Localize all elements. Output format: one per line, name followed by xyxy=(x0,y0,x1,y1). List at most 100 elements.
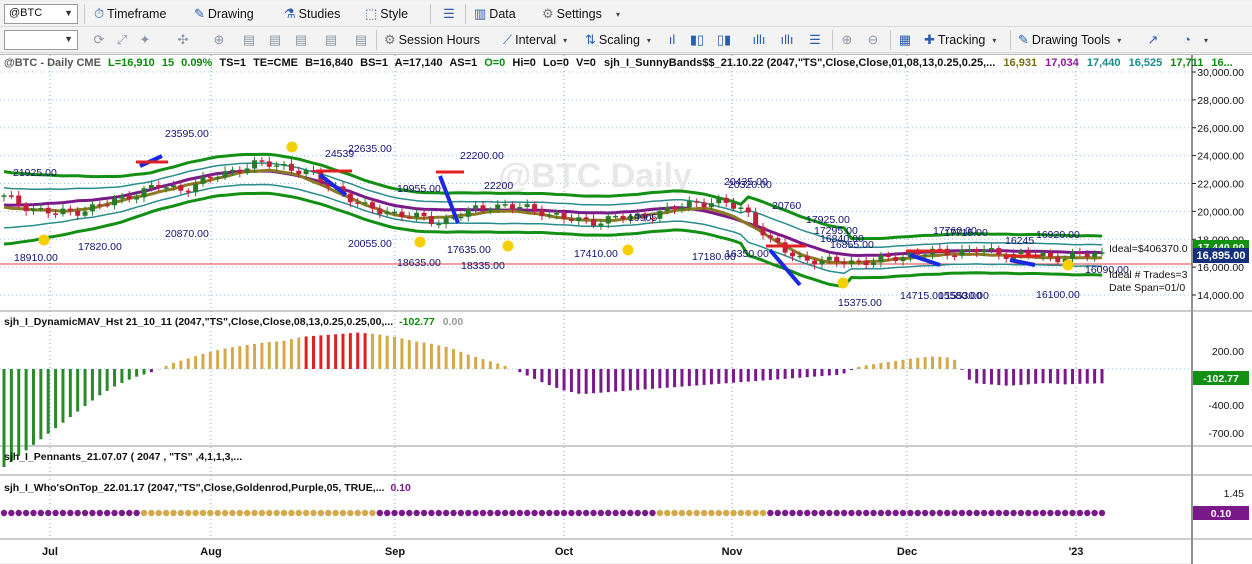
candle-body xyxy=(222,171,228,178)
candle-body xyxy=(303,170,309,175)
whos-on-top-dot xyxy=(516,509,524,517)
whos-on-top-dot xyxy=(266,509,273,517)
style-button[interactable]: ⬚ Style xyxy=(365,3,408,25)
volume-icon-2[interactable]: ıllı xyxy=(778,31,796,49)
zoom-in-icon-2[interactable]: ⊕ xyxy=(838,31,856,49)
whos-on-top-dot xyxy=(966,509,973,517)
candle-body xyxy=(708,203,714,208)
image-icon-4[interactable]: ▤ xyxy=(322,31,340,49)
chevron-down-icon[interactable]: ▼ xyxy=(64,34,73,44)
price-axis-label: 14,000.00 xyxy=(1197,290,1244,302)
pan-icon[interactable]: ✣ xyxy=(174,31,192,49)
whos-on-top-dot xyxy=(1025,509,1032,517)
candle-body xyxy=(178,185,184,191)
settings-button[interactable]: ⚙ Settings xyxy=(542,3,602,25)
candle-body xyxy=(1077,252,1083,255)
whos-on-top-dot xyxy=(59,509,67,517)
whos-on-top-dots xyxy=(0,509,1106,517)
candle-body xyxy=(694,201,700,203)
whos-on-top-dot xyxy=(531,509,538,517)
layout-icon[interactable]: ☰ xyxy=(440,5,458,23)
candle-body xyxy=(97,204,103,206)
candle-body xyxy=(657,211,663,219)
volume-icon[interactable]: ıllı xyxy=(750,31,768,49)
whos-on-top-dot xyxy=(442,509,450,517)
secondary-toolbar: ▼ ⟳ ⤢ ✦ ✣ ⊕ ▤ ▤ ▤ ▤ ▤ ⚙ Session Hours ⟋ … xyxy=(0,27,1252,53)
speedometer-icon[interactable]: ◔ xyxy=(1178,31,1196,49)
whos-on-top-dot xyxy=(715,509,723,517)
overflow-button-2[interactable]: ▾ xyxy=(1200,29,1208,51)
whos-on-top-dot xyxy=(568,509,575,517)
whos-on-top-dot xyxy=(295,509,302,517)
chevron-down-icon[interactable]: ▼ xyxy=(64,8,73,18)
candle-body xyxy=(775,237,781,243)
symbol-combobox[interactable]: @BTC ▼ xyxy=(4,4,78,24)
candle-body xyxy=(605,216,611,224)
interval-combobox[interactable]: ▼ xyxy=(4,30,78,50)
whos-on-top-dot xyxy=(678,509,686,517)
candle-body xyxy=(878,255,884,263)
whos-on-top-dot xyxy=(155,509,162,517)
interval-button[interactable]: ⟋ Interval ▾ xyxy=(503,29,567,51)
whos-on-top-dot xyxy=(383,509,391,517)
zoom-icon[interactable]: ⤢ xyxy=(113,31,131,49)
candle-body xyxy=(701,202,707,208)
whos-on-top-dot xyxy=(0,509,8,517)
candlestick-icon[interactable]: ▮▯ xyxy=(688,31,706,49)
chart-canvas[interactable]: @BTC Daily Pennants 23595.0021925.002263… xyxy=(0,55,1252,564)
signal-dot xyxy=(622,244,634,256)
split-icon[interactable]: ☰ xyxy=(806,31,824,49)
candle-body xyxy=(384,211,390,215)
zoom-out-icon[interactable]: ⊖ xyxy=(864,31,882,49)
candle-body xyxy=(185,190,191,193)
candle-body xyxy=(38,207,44,210)
data-button[interactable]: ▥ Data xyxy=(474,3,516,25)
timeframe-button[interactable]: ⏱ Timeframe xyxy=(94,3,166,25)
scaling-button[interactable]: ⇅ Scaling ▾ xyxy=(585,29,651,51)
candle-body xyxy=(745,207,751,213)
candle-body xyxy=(281,163,287,166)
whos-on-top-dot xyxy=(118,509,126,517)
date-axis-label: Aug xyxy=(200,546,221,558)
whos-on-top-dot xyxy=(936,509,944,517)
trendline-icon[interactable]: ↗ xyxy=(1144,31,1162,49)
image-icon[interactable]: ▤ xyxy=(240,31,258,49)
candle-body xyxy=(856,260,862,262)
whos-on-top-dot xyxy=(1003,509,1010,517)
whos-on-top-dot xyxy=(597,509,605,517)
whos-on-top-dot xyxy=(560,509,568,517)
price-annotation: 18910.00 xyxy=(14,252,58,264)
candle-body xyxy=(598,223,604,226)
whos-on-top-dot xyxy=(170,509,177,517)
signal-dot xyxy=(286,141,298,153)
candle-body xyxy=(532,204,538,210)
candle-body xyxy=(112,198,118,206)
whos-on-top-dot xyxy=(258,509,266,517)
cursor-icon[interactable]: ✦ xyxy=(136,31,154,49)
overflow-button[interactable]: ▾ xyxy=(612,3,620,25)
studies-button[interactable]: ⚗ Studies xyxy=(284,3,340,25)
image-icon-3[interactable]: ▤ xyxy=(292,31,310,49)
signal-dot xyxy=(38,234,50,246)
chart-area[interactable]: @BTC Daily Pennants 23595.00 21925.00 2263… xyxy=(0,54,1252,564)
tracking-button[interactable]: ✚ Tracking ▾ xyxy=(924,29,996,51)
zoom-in-icon[interactable]: ⊕ xyxy=(210,31,228,49)
grid-icon[interactable]: ▦ xyxy=(896,31,914,49)
refresh-icon[interactable]: ⟳ xyxy=(90,31,108,49)
whos-on-top-dot xyxy=(781,509,789,517)
bar-chart-icon[interactable]: ıl xyxy=(663,31,681,49)
image-icon-5[interactable]: ▤ xyxy=(352,31,370,49)
whos-on-top-dot xyxy=(236,509,244,517)
candle-body xyxy=(1070,252,1076,259)
image-icon-2[interactable]: ▤ xyxy=(266,31,284,49)
session-hours-button[interactable]: ⚙ Session Hours xyxy=(384,29,480,51)
candle-body xyxy=(686,201,692,208)
candle-icon[interactable]: ▯▮ xyxy=(715,31,733,49)
drawing-button[interactable]: ✎ Drawing xyxy=(194,3,254,25)
whos-on-top-dot xyxy=(885,509,892,517)
drawing-tools-button[interactable]: ✎ Drawing Tools ▾ xyxy=(1018,29,1121,51)
candle-body xyxy=(67,208,73,211)
candle-body xyxy=(812,260,818,265)
candle-body xyxy=(664,207,670,212)
whos-on-top-dot xyxy=(759,509,767,517)
